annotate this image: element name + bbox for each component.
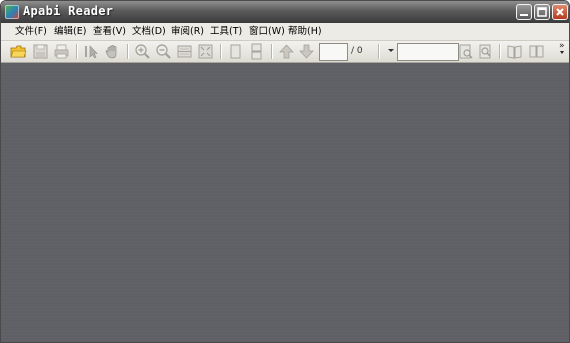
zoom-in-button[interactable]: [134, 43, 151, 60]
continuous-page-icon: [251, 43, 262, 60]
document-workspace[interactable]: [1, 63, 569, 342]
open-button[interactable]: [10, 43, 27, 60]
print-button[interactable]: [53, 43, 70, 60]
book-view-button[interactable]: [506, 43, 523, 60]
toolbar-separator: [220, 44, 222, 59]
maximize-button[interactable]: [534, 4, 550, 20]
toolbar-separator: [499, 44, 501, 59]
previous-page-icon: [279, 44, 294, 59]
title-bar[interactable]: Apabi Reader: [1, 1, 569, 23]
zoom-out-button[interactable]: [155, 43, 172, 60]
minimize-button[interactable]: [516, 4, 532, 20]
fit-page-button[interactable]: [197, 43, 214, 60]
two-page-view-button[interactable]: [528, 43, 545, 60]
previous-page-button[interactable]: [278, 43, 295, 60]
close-button[interactable]: [552, 4, 568, 20]
chevron-down-icon[interactable]: [560, 51, 564, 54]
single-page-icon: [230, 44, 241, 59]
next-page-button[interactable]: [298, 43, 315, 60]
hand-icon: [105, 45, 117, 59]
menu-edit[interactable]: 编辑(E): [54, 24, 86, 39]
menu-help[interactable]: 帮助(H): [288, 24, 322, 39]
menu-document[interactable]: 文档(D): [132, 24, 166, 39]
toolbar-separator: [76, 44, 78, 59]
close-icon: [556, 8, 564, 16]
zoom-in-icon: [135, 44, 150, 59]
find-previous-icon: [459, 44, 473, 59]
select-cursor-icon: [85, 45, 98, 59]
fit-page-icon: [198, 44, 213, 59]
app-window: Apabi Reader 文件(F) 编辑(E) 查看(V) 文档(D) 审阅(…: [0, 0, 570, 343]
menu-file[interactable]: 文件(F): [15, 24, 47, 39]
apabi-logo-icon: [5, 5, 19, 19]
menu-bar: 文件(F) 编辑(E) 查看(V) 文档(D) 审阅(R) 工具(T) 窗口(W…: [1, 23, 569, 41]
maximize-icon: [537, 7, 547, 17]
menu-tools[interactable]: 工具(T): [210, 24, 242, 39]
page-total-label: / 0: [351, 46, 363, 56]
book-view-icon: [507, 45, 522, 59]
toolbar-separator: [127, 44, 129, 59]
menu-view[interactable]: 查看(V): [93, 24, 126, 39]
search-options-dropdown-icon[interactable]: [388, 49, 394, 52]
fit-width-button[interactable]: [176, 43, 193, 60]
select-tool-button[interactable]: [83, 43, 100, 60]
find-next-icon: [479, 44, 491, 59]
menu-window[interactable]: 窗口(W): [249, 24, 285, 39]
continuous-page-button[interactable]: [248, 43, 265, 60]
print-icon: [54, 44, 69, 59]
next-page-icon: [299, 44, 314, 59]
open-folder-icon: [10, 45, 27, 58]
menu-review[interactable]: 审阅(R): [171, 24, 204, 39]
toolbar-separator: [378, 44, 380, 59]
toolbar-overflow-button[interactable]: »: [559, 41, 565, 51]
find-previous-button[interactable]: [457, 43, 474, 60]
minimize-icon: [520, 14, 528, 16]
zoom-out-icon: [156, 44, 171, 59]
find-next-button[interactable]: [477, 43, 494, 60]
hand-tool-button[interactable]: [104, 43, 121, 60]
search-input[interactable]: [397, 43, 459, 61]
save-button[interactable]: [32, 43, 49, 60]
toolbar: / 0 »: [1, 41, 569, 63]
two-page-view-icon: [529, 45, 544, 58]
save-icon: [33, 44, 48, 59]
fit-width-icon: [177, 45, 192, 58]
window-title: Apabi Reader: [23, 4, 114, 18]
toolbar-separator: [271, 44, 273, 59]
page-number-input[interactable]: [319, 43, 348, 61]
single-page-button[interactable]: [227, 43, 244, 60]
